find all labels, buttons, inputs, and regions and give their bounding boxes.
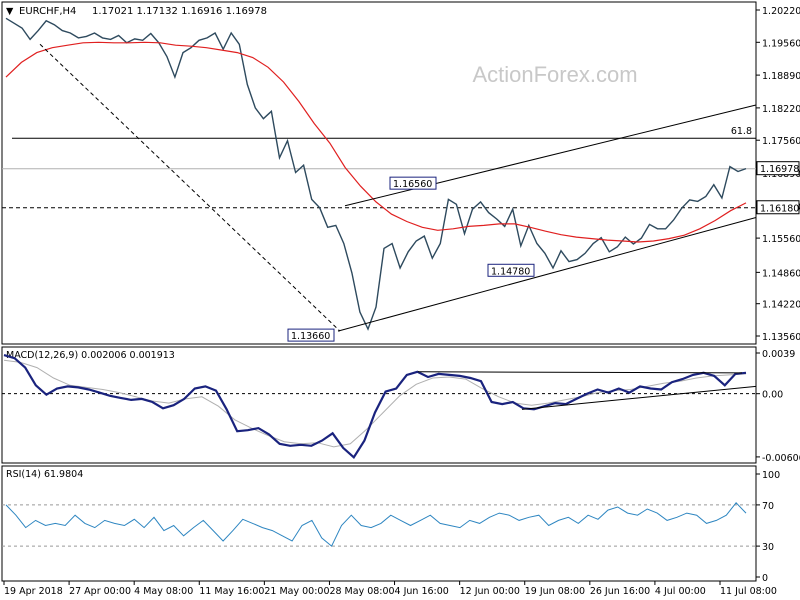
x-tick-label: 19 Jun 08:00 [525,586,585,597]
downtrend-line [39,43,341,332]
annotation-label: 1.16560 [393,179,432,190]
rsi-y-tick-label: 0 [762,573,768,584]
rsi-y-tick-label: 70 [762,501,774,512]
rsi-line [5,502,747,547]
macd-trendline-top [417,371,743,374]
price-y-tick-label: 1.14860 [762,268,800,279]
x-tick-label: 12 Jun 00:00 [460,586,520,597]
price-y-tick-label: 1.17560 [762,136,800,147]
macd-signal-line [3,359,747,448]
x-tick-label: 19 Apr 2018 [4,586,63,597]
chart-ohlc: 1.17021 1.17132 1.16916 1.16978 [92,6,267,17]
support-label: 1.16180 [760,203,799,214]
price-y-tick-label: 1.13560 [762,332,800,343]
macd-line [3,354,747,459]
price-y-tick-label: 1.18220 [762,104,800,115]
x-tick-label: 21 May 00:00 [264,586,329,597]
x-tick-label: 11 Jul 08:00 [720,586,777,597]
x-tick-label: 26 Jun 16:00 [590,586,650,597]
price-y-tick-label: 1.18890 [762,71,800,82]
x-tick-label: 4 Jun 16:00 [395,586,449,597]
macd-y-tick-label: -0.006061 [762,453,800,464]
price-y-tick-label: 1.15560 [762,234,800,245]
chart-title-arrow: ▼ [6,6,14,17]
x-tick-label: 4 Jul 00:00 [655,586,706,597]
x-tick-label: 27 Apr 00:00 [69,586,131,597]
annotation-label: 1.14780 [491,266,530,277]
price-y-tick-label: 1.19560 [762,38,800,49]
macd-title: MACD(12,26,9) 0.002006 0.001913 [6,350,175,361]
x-tick-label: 11 May 16:00 [199,586,264,597]
rsi-y-tick-label: 100 [762,470,780,481]
price-y-tick-label: 1.14220 [762,300,800,311]
price-y-tick-label: 1.20220 [762,6,800,17]
macd-y-tick-label: 0.00 [762,390,783,401]
rsi-y-tick-label: 30 [762,542,774,553]
last-price-label: 1.16978 [760,164,799,175]
channel-upper-line [344,104,757,207]
rsi-title: RSI(14) 61.9804 [6,469,83,480]
annotation-label: 1.13660 [291,331,330,342]
chart-symbol: EURCHF,H4 [19,6,76,17]
x-tick-label: 4 May 08:00 [134,586,193,597]
macd-trendline-bottom [521,385,757,410]
macd-y-tick-label: 0.0039 [762,349,795,360]
channel-lower-line [337,217,757,332]
watermark: ActionForex.com [472,62,637,87]
chart-canvas: ActionForex.com ▼ EURCHF,H4 1.17021 1.17… [1,1,800,597]
x-tick-label: 28 May 08:00 [329,586,394,597]
fib-level-label: 61.8 [731,126,752,137]
price-panel-frame [1,1,757,345]
